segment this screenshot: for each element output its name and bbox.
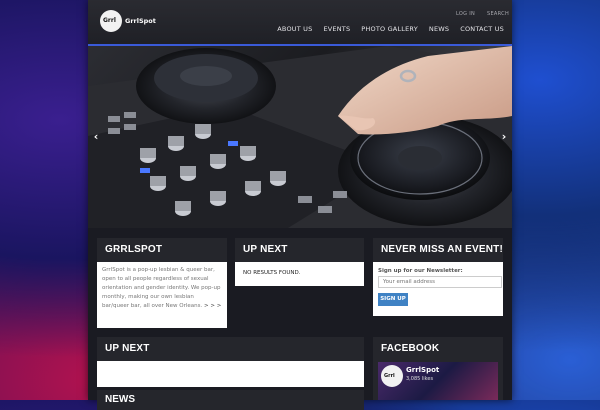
newsletter-widget: NEVER MISS AN EVENT! Sign up for our New… <box>373 238 503 316</box>
slider-prev-arrow[interactable]: ‹ <box>90 130 102 144</box>
logo-badge: Grrl <box>103 17 116 24</box>
site-header: Grrl GrrlSpot LOG IN SEARCH ABOUT US EVE… <box>88 0 512 46</box>
grrlspot-widget: GRRLSPOT GrrlSpot is a pop-up lesbian & … <box>97 238 227 328</box>
upnext-header: UP NEXT <box>235 238 364 262</box>
newsletter-header: NEVER MISS AN EVENT! <box>373 238 503 262</box>
nav-events[interactable]: EVENTS <box>323 25 350 33</box>
upnext-empty-message: NO RESULTS FOUND. <box>243 270 301 276</box>
facebook-likes: 3,085 likes <box>406 376 434 382</box>
facebook-page-name[interactable]: GrrlSpot <box>406 366 439 374</box>
dj-controller-photo <box>88 46 512 228</box>
page-container: Grrl GrrlSpot LOG IN SEARCH ABOUT US EVE… <box>88 0 512 410</box>
search-link[interactable]: SEARCH <box>487 11 509 17</box>
upnext-wide-header: UP NEXT <box>97 337 364 361</box>
newsletter-label: Sign up for our Newsletter: <box>378 268 463 274</box>
grrlspot-body: GrrlSpot is a pop-up lesbian & queer bar… <box>102 266 222 311</box>
main-nav: ABOUT US EVENTS PHOTO GALLERY NEWS CONTA… <box>277 25 504 33</box>
upnext-wide-title: UP NEXT <box>105 343 150 354</box>
facebook-avatar-badge: Grrl <box>384 373 395 379</box>
grrlspot-description: GrrlSpot is a pop-up lesbian & queer bar… <box>102 267 221 309</box>
facebook-page-plugin[interactable]: Grrl GrrlSpot 3,085 likes <box>378 362 498 400</box>
slider-next-arrow[interactable]: › <box>498 130 510 144</box>
facebook-header: FACEBOOK <box>373 337 503 361</box>
facebook-title: FACEBOOK <box>381 343 440 354</box>
newsletter-email-input[interactable] <box>378 276 502 288</box>
upnext-wide-widget: UP NEXT <box>97 337 364 387</box>
nav-photo-gallery[interactable]: PHOTO GALLERY <box>361 25 418 33</box>
grrlspot-title: GRRLSPOT <box>105 244 163 255</box>
news-widget: NEWS <box>97 390 364 410</box>
grrlspot-more-link[interactable]: > > > <box>204 303 221 309</box>
logo-text[interactable]: GrrlSpot <box>125 17 156 25</box>
facebook-avatar: Grrl <box>381 365 403 387</box>
nav-news[interactable]: NEWS <box>429 25 449 33</box>
upnext-widget: UP NEXT NO RESULTS FOUND. <box>235 238 364 286</box>
grrlspot-header: GRRLSPOT <box>97 238 227 262</box>
hero-slider: ‹ › <box>88 46 512 228</box>
login-link[interactable]: LOG IN <box>456 11 475 17</box>
upnext-title: UP NEXT <box>243 244 288 255</box>
logo[interactable]: Grrl <box>100 10 122 32</box>
newsletter-signup-button[interactable]: SIGN UP <box>378 293 408 306</box>
facebook-widget: FACEBOOK Grrl GrrlSpot 3,085 likes <box>373 337 503 400</box>
nav-about-us[interactable]: ABOUT US <box>277 25 312 33</box>
nav-contact-us[interactable]: CONTACT US <box>460 25 504 33</box>
newsletter-title: NEVER MISS AN EVENT! <box>381 244 503 255</box>
